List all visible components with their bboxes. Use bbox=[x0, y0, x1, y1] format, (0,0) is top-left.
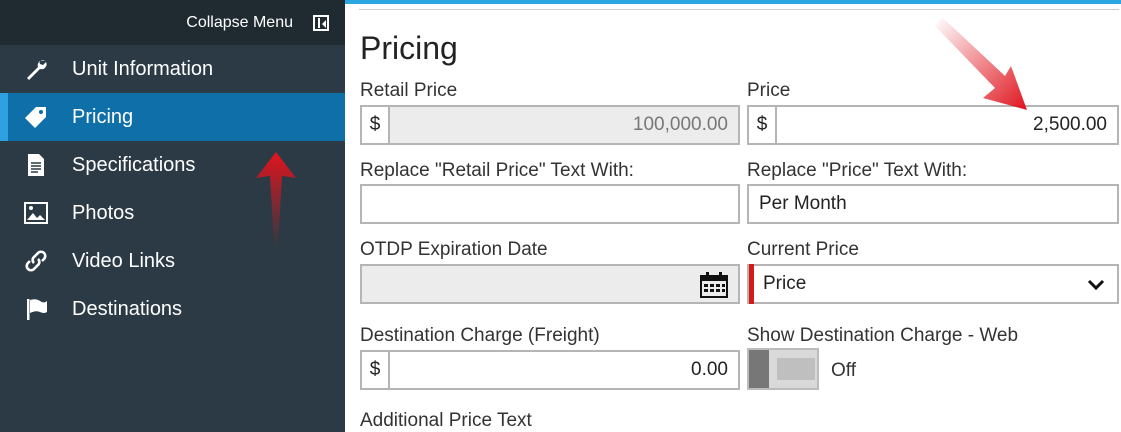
show-destination-toggle[interactable] bbox=[747, 348, 819, 390]
top-divider bbox=[359, 9, 1119, 10]
pricing-panel: Pricing Retail Price $ 100,000.00 Price … bbox=[345, 0, 1121, 432]
sidebar-item-label: Specifications bbox=[72, 153, 196, 176]
replace-price-label: Replace "Price" Text With: bbox=[747, 160, 968, 181]
destination-charge-label: Destination Charge (Freight) bbox=[360, 325, 600, 346]
sidebar: Collapse Menu Unit Information Pricing S… bbox=[0, 0, 345, 432]
price-label: Price bbox=[747, 80, 791, 101]
sidebar-item-destinations[interactable]: Destinations bbox=[0, 285, 345, 333]
current-price-selected: Price bbox=[763, 273, 807, 294]
destination-charge-input[interactable]: $ 0.00 bbox=[360, 350, 740, 390]
current-price-select[interactable]: Price bbox=[747, 264, 1119, 304]
collapse-menu-label: Collapse Menu bbox=[186, 13, 293, 31]
sidebar-item-label: Unit Information bbox=[72, 57, 214, 80]
currency-prefix: $ bbox=[749, 107, 777, 143]
price-value: 2,500.00 bbox=[1033, 114, 1107, 135]
show-destination-label: Show Destination Charge - Web bbox=[747, 325, 1019, 346]
wrench-icon bbox=[0, 57, 72, 81]
retail-price-label: Retail Price bbox=[360, 80, 458, 101]
document-icon bbox=[0, 153, 72, 177]
replace-retail-input[interactable] bbox=[360, 184, 740, 224]
top-accent-line bbox=[345, 0, 1121, 4]
calendar-icon[interactable] bbox=[700, 272, 728, 304]
currency-prefix: $ bbox=[362, 107, 390, 143]
sidebar-item-label: Video Links bbox=[72, 249, 176, 272]
current-price-label: Current Price bbox=[747, 239, 859, 260]
collapse-icon bbox=[313, 14, 329, 31]
sidebar-item-label: Photos bbox=[72, 201, 135, 224]
retail-price-field: $ 100,000.00 bbox=[360, 105, 740, 145]
replace-price-input[interactable]: Per Month bbox=[747, 184, 1119, 224]
retail-price-value: 100,000.00 bbox=[632, 114, 728, 135]
sidebar-item-label: Pricing bbox=[72, 105, 134, 128]
otdp-date-input[interactable] bbox=[360, 264, 740, 304]
toggle-state-label: Off bbox=[831, 360, 856, 381]
page-title: Pricing bbox=[360, 30, 458, 66]
annotation-arrow-up-icon bbox=[256, 152, 296, 248]
sidebar-item-label: Destinations bbox=[72, 297, 183, 320]
collapse-menu-button[interactable]: Collapse Menu bbox=[0, 0, 345, 45]
replace-retail-label: Replace "Retail Price" Text With: bbox=[360, 160, 634, 181]
image-icon bbox=[0, 202, 72, 224]
otdp-label: OTDP Expiration Date bbox=[360, 239, 548, 260]
required-indicator bbox=[749, 264, 754, 304]
flag-icon bbox=[0, 297, 72, 321]
link-icon bbox=[0, 249, 72, 273]
annotation-arrow-down-icon bbox=[935, 18, 1027, 110]
sidebar-item-pricing[interactable]: Pricing bbox=[0, 93, 345, 141]
price-input[interactable]: $ 2,500.00 bbox=[747, 105, 1119, 145]
additional-price-text-label: Additional Price Text bbox=[360, 410, 532, 431]
currency-prefix: $ bbox=[362, 352, 390, 388]
replace-price-value: Per Month bbox=[759, 193, 847, 214]
tag-icon bbox=[0, 105, 72, 129]
chevron-down-icon bbox=[1087, 276, 1105, 298]
destination-charge-value: 0.00 bbox=[691, 359, 728, 380]
sidebar-item-unit-information[interactable]: Unit Information bbox=[0, 45, 345, 93]
toggle-knob bbox=[749, 350, 769, 388]
toggle-track bbox=[777, 358, 815, 380]
